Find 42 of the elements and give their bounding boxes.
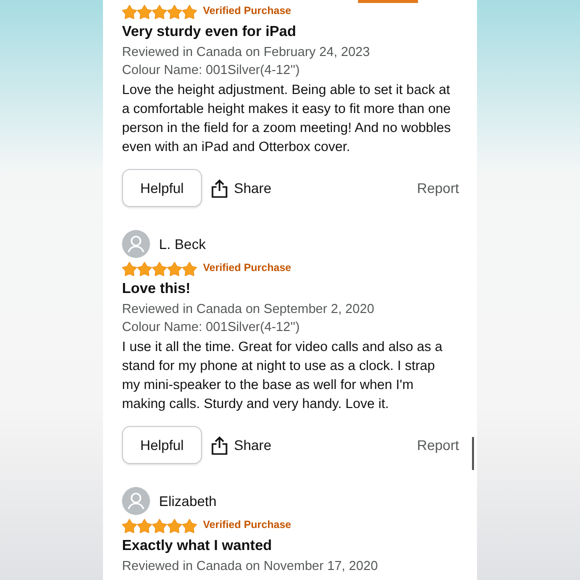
filled-star-icon	[182, 5, 197, 19]
helpful-button[interactable]: Helpful	[122, 169, 202, 207]
filled-star-icon	[137, 519, 152, 533]
share-button[interactable]: Share	[211, 178, 272, 198]
share-button[interactable]: Share	[211, 434, 272, 456]
avatar-icon	[122, 487, 150, 515]
filled-star-icon	[182, 519, 197, 533]
filled-star-icon	[167, 5, 182, 19]
variant-label: Colour Name: 001Silver(4-12'')	[122, 61, 301, 79]
report-link[interactable]: Report	[416, 178, 459, 198]
filled-star-icon	[137, 5, 152, 19]
reviewer-name: L. Beck	[159, 234, 206, 254]
helpful-button[interactable]: Helpful	[122, 426, 202, 464]
report-link[interactable]: Report	[416, 434, 459, 456]
share-icon	[211, 178, 228, 198]
review-title: Very sturdy even for iPad	[122, 23, 298, 42]
filled-star-icon	[122, 519, 137, 533]
review-title: Love this!	[122, 280, 192, 299]
filled-star-icon	[122, 262, 137, 276]
filled-star-icon	[152, 5, 167, 19]
review-text: I use it all the time. Great for video calls and also as a stand for my phone at night to use as a clock. I strap my mini-speaker to the base as well for when I'm making calls. Sturdy and very handy. Love it.	[122, 338, 444, 413]
share-icon	[211, 436, 228, 454]
avatar-icon	[122, 230, 150, 258]
review-date: Reviewed in Canada on September 2, 2020	[122, 300, 376, 318]
review-date: Reviewed in Canada on November 17, 2020	[122, 557, 379, 575]
filled-star-icon	[137, 262, 152, 276]
review-date: Reviewed in Canada on February 24, 2023	[122, 43, 371, 61]
filled-star-icon	[122, 5, 137, 19]
review-title: Exactly what I wanted	[122, 537, 273, 556]
reviewer-name: Elizabeth	[159, 492, 217, 510]
variant-label: Colour Name: 001Silver(4-12'')	[122, 318, 301, 336]
scrollbar	[472, 437, 474, 470]
verified-label: Verified Purchase	[203, 518, 292, 534]
filled-star-icon	[167, 519, 182, 533]
verified-label: Verified Purchase	[203, 4, 292, 20]
verified-label: Verified Purchase	[203, 261, 292, 276]
review-text: Love the height adjustment. Being able to set it back at a comfortable height makes it easy to fit more than one person in the field for a zoom meeting! And no wobbles even with an iPad and Otterbox cover.	[122, 81, 452, 156]
filled-star-icon	[152, 262, 167, 276]
filled-star-icon	[167, 262, 182, 276]
tab-underline	[358, 0, 418, 3]
filled-star-icon	[182, 262, 197, 276]
filled-star-icon	[152, 519, 167, 533]
